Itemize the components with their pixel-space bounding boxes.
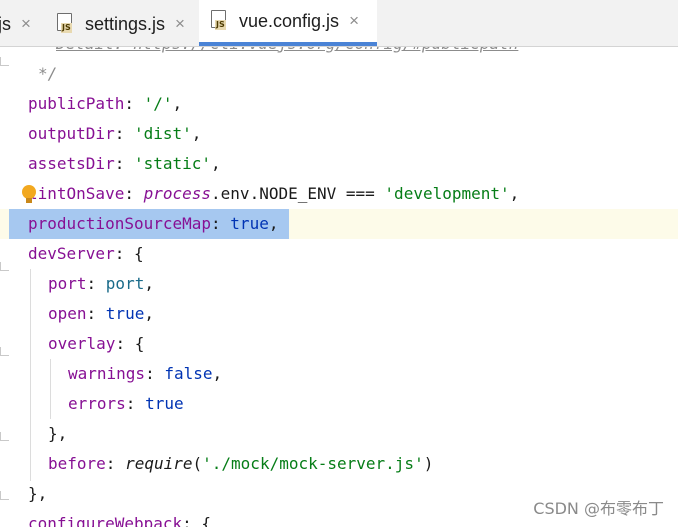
property-key: configureWebpack [28,514,183,527]
tab-settings-js[interactable]: JS settings.js × [57,3,185,45]
code-line-warnings: warnings: false, [68,364,223,383]
string-value: './mock/mock-server.js' [202,454,424,473]
code-line: */ [0,59,678,89]
tab-vue-config-js[interactable]: JS vue.config.js × [199,0,377,46]
property-key: warnings [68,364,146,383]
tab-label: settings.js [85,13,166,34]
string-value: 'static' [133,154,212,173]
code-line-productionsourcemap: productionSourceMap: true, [0,209,678,239]
code-line-overlay: overlay: { [48,334,145,353]
property-key: publicPath [28,94,125,113]
close-icon[interactable]: × [349,11,359,31]
boolean-value: true [230,214,269,233]
code-line: Detail: https://cli.vuejs.org/config/#pu… [0,47,678,59]
code-line-publicpath: publicPath: '/', [28,94,183,113]
function-name: require [125,454,193,473]
code-line-devserver: devServer: { [28,244,144,263]
property-key: port [48,274,87,293]
string-value: 'development' [384,184,510,203]
comment-text: Detail: https://cli.vuejs.org/config/#pu… [56,47,518,59]
code-line-port: port: port, [48,274,154,293]
js-file-icon: JS [211,10,231,32]
property-key: before [48,454,106,473]
code-line: }, [48,424,68,443]
string-value: '/' [143,94,173,113]
property-key: overlay [48,334,116,353]
property-key: errors [68,394,126,413]
code-line-lintonsave: lintOnSave: process.env.NODE_ENV === 'de… [28,184,520,203]
property-key: devServer [28,244,115,263]
code-line-before: before: require('./mock/mock-server.js') [48,454,434,473]
boolean-value: true [105,304,145,323]
tab-partial[interactable]: js × [0,3,31,45]
string-value: 'dist' [133,124,192,143]
comment-end: */ [38,64,58,83]
code-editor[interactable]: Detail: https://cli.vuejs.org/config/#pu… [0,47,678,527]
property-key: open [48,304,87,323]
code-line-open: open: true, [48,304,154,323]
property-key: lintOnSave [28,184,125,203]
close-icon[interactable]: × [21,14,31,34]
boolean-value: true [145,394,184,413]
watermark: CSDN @布零布丁 [533,499,664,518]
tab-label: vue.config.js [239,10,340,31]
code-line-outputdir: outputDir: 'dist', [28,124,202,143]
variable-value: port [105,274,145,293]
expression-rest: .env.NODE_ENV === [211,184,385,203]
property-key: assetsDir [28,154,115,173]
js-file-icon: JS [57,13,77,35]
editor-tab-bar: js × JS settings.js × JS vue.config.js × [0,0,678,47]
expression-object: process [143,184,212,203]
close-icon[interactable]: × [175,14,185,34]
tab-label: js [0,13,11,34]
boolean-value: false [164,364,213,383]
code-line-assetsdir: assetsDir: 'static', [28,154,221,173]
code-line-errors: errors: true [68,394,184,413]
lightbulb-icon[interactable] [22,185,36,207]
property-key: productionSourceMap [28,214,212,233]
property-key: outputDir [28,124,115,143]
